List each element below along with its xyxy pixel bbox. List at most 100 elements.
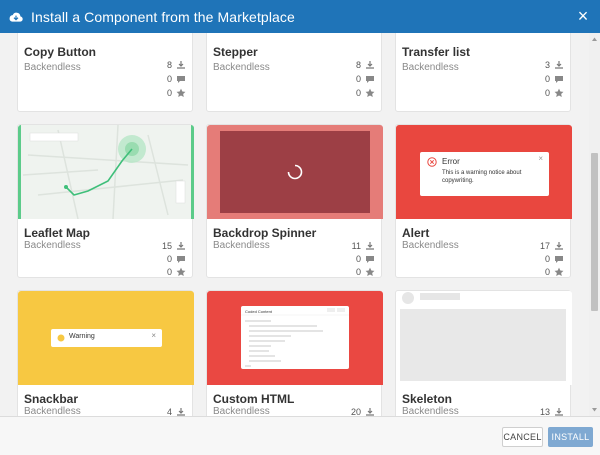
code-lines — [241, 308, 349, 367]
star-count: 0 — [545, 266, 564, 277]
card-title: Copy Button — [24, 45, 96, 59]
star-icon — [176, 267, 186, 276]
card-vendor: Backendless — [213, 406, 270, 416]
comment-count: 0 — [167, 73, 186, 84]
snackbar-text: Warning — [69, 333, 95, 340]
download-icon — [366, 60, 374, 69]
card-vendor: Backendless — [213, 240, 270, 251]
comment-count: 0 — [545, 253, 564, 264]
card-title: Stepper — [213, 45, 258, 59]
download-count: 4 — [167, 406, 186, 416]
download-count: 8 — [356, 59, 375, 70]
component-card-leaflet-map[interactable]: Leaflet Map Backendless 15 0 0 — [17, 124, 194, 278]
map-illustration — [18, 125, 194, 219]
comment-count: 0 — [356, 73, 375, 84]
star-icon — [365, 88, 375, 97]
card-title: Leaflet Map — [24, 226, 91, 240]
comment-icon — [366, 75, 374, 83]
component-card-backdrop-spinner[interactable]: Backdrop Spinner Backendless 11 0 0 — [206, 124, 383, 278]
card-vendor: Backendless — [402, 406, 459, 416]
card-title: Snackbar — [24, 392, 79, 406]
component-card-custom-html[interactable]: Coded Content Custom HTML Backendless 20 — [206, 290, 383, 416]
star-icon — [554, 267, 564, 276]
scrollbar-thumb[interactable] — [591, 153, 598, 311]
card-title: Custom HTML — [213, 392, 295, 406]
download-count: 11 — [352, 240, 375, 251]
star-count: 0 — [167, 266, 186, 277]
comment-icon — [177, 75, 185, 83]
download-count: 17 — [540, 240, 564, 251]
card-vendor: Backendless — [24, 240, 81, 251]
star-icon — [365, 267, 375, 276]
download-icon — [177, 60, 185, 69]
card-vendor: Backendless — [402, 240, 459, 251]
spinner-preview — [207, 125, 383, 219]
component-card-stepper[interactable]: Stepper Backendless 8 0 0 — [206, 33, 382, 112]
star-icon — [554, 88, 564, 97]
alert-preview: Error This is a warning notice about cop… — [396, 125, 572, 219]
download-count: 15 — [162, 240, 186, 251]
dialog-title: Install a Component from the Marketplace — [31, 8, 295, 25]
download-icon — [366, 407, 374, 416]
component-card-copy-button[interactable]: Copy Button Backendless 8 0 0 — [17, 33, 193, 112]
star-icon — [176, 88, 186, 97]
spinner-icon — [287, 164, 303, 180]
download-icon — [366, 241, 374, 250]
dialog-footer: CANCEL INSTALL — [0, 416, 600, 455]
star-count: 0 — [545, 87, 564, 98]
download-count: 3 — [545, 59, 564, 70]
scroll-up-arrow-icon[interactable] — [591, 36, 598, 43]
alert-box: Error This is a warning notice about cop… — [420, 152, 549, 196]
map-preview — [18, 125, 194, 219]
snackbar-close-icon: × — [151, 331, 156, 340]
custom-html-preview: Coded Content — [207, 291, 383, 385]
card-vendor: Backendless — [402, 62, 459, 73]
download-icon — [555, 60, 563, 69]
card-vendor: Backendless — [213, 62, 270, 73]
dialog-header: Install a Component from the Marketplace… — [0, 0, 600, 33]
star-count: 0 — [356, 87, 375, 98]
skeleton-preview — [396, 291, 572, 385]
close-icon[interactable]: × — [574, 7, 592, 25]
snackbar-box: Warning × — [51, 329, 162, 347]
comment-count: 0 — [356, 253, 375, 264]
download-icon — [177, 241, 185, 250]
download-icon — [177, 407, 185, 416]
snackbar-preview: Warning × — [18, 291, 194, 385]
card-title: Alert — [402, 226, 430, 240]
alert-title: Error — [442, 157, 460, 166]
comment-icon — [555, 255, 563, 263]
download-icon — [555, 407, 563, 416]
cancel-button[interactable]: CANCEL — [502, 427, 543, 447]
card-title: Skeleton — [402, 392, 453, 406]
component-card-skeleton[interactable]: Skeleton Backendless 13 0 0 — [395, 290, 572, 416]
star-count: 0 — [356, 266, 375, 277]
vertical-scrollbar[interactable] — [589, 33, 600, 416]
component-card-transfer-list[interactable]: Transfer list Backendless 3 0 0 — [395, 33, 571, 112]
download-count: 20 — [351, 406, 375, 416]
comment-count: 0 — [545, 73, 564, 84]
comment-count: 0 — [167, 253, 186, 264]
html-code-box: Coded Content — [241, 306, 349, 369]
card-vendor: Backendless — [24, 406, 81, 416]
warning-dot-icon — [57, 334, 65, 342]
download-icon — [555, 241, 563, 250]
comment-icon — [555, 75, 563, 83]
star-count: 0 — [167, 87, 186, 98]
component-card-alert[interactable]: Error This is a warning notice about cop… — [395, 124, 572, 278]
card-vendor: Backendless — [24, 62, 81, 73]
alert-text: This is a warning notice about copywriti… — [442, 170, 522, 184]
component-grid[interactable]: Copy Button Backendless 8 0 0 Stepper Ba… — [0, 33, 589, 416]
cloud-download-icon — [9, 12, 23, 22]
component-card-snackbar[interactable]: Warning × Snackbar Backendless 4 0 0 — [17, 290, 194, 416]
card-title: Backdrop Spinner — [213, 226, 317, 240]
skeleton-illustration — [396, 291, 572, 385]
alert-close-icon: × — [538, 154, 543, 163]
card-title: Transfer list — [402, 45, 471, 59]
scroll-down-arrow-icon[interactable] — [591, 406, 598, 413]
install-button[interactable]: INSTALL — [548, 427, 593, 447]
comment-icon — [177, 255, 185, 263]
comment-icon — [366, 255, 374, 263]
download-count: 13 — [540, 406, 564, 416]
error-icon — [427, 157, 437, 167]
